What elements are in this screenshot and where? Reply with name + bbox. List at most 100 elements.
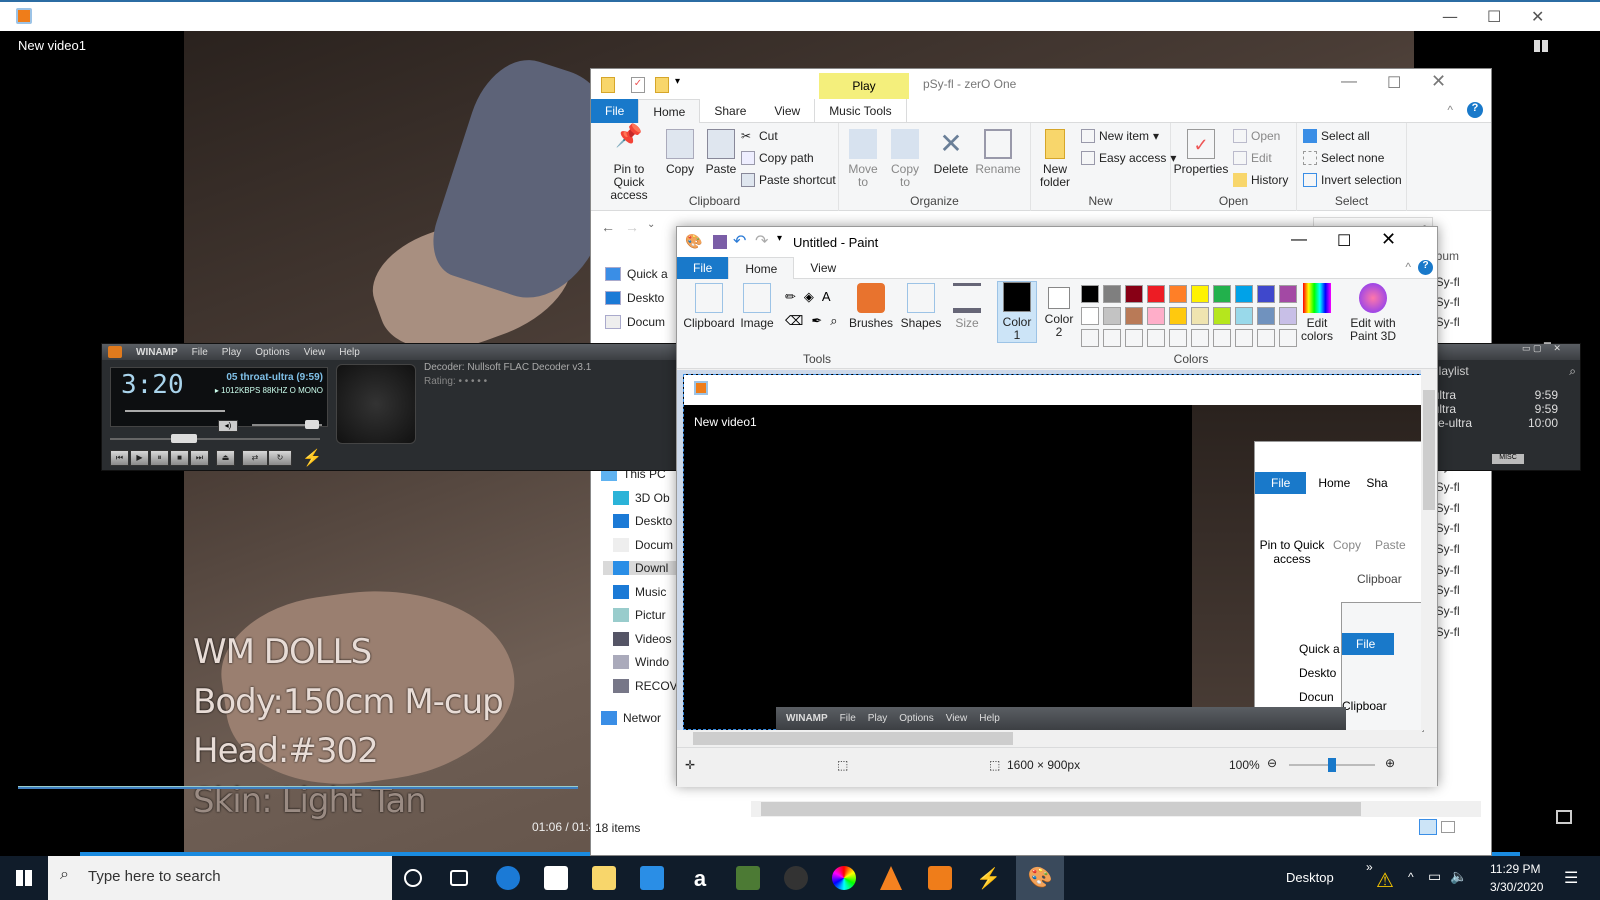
- stop-button[interactable]: ■: [170, 450, 189, 466]
- nav-item[interactable]: Music: [613, 584, 666, 599]
- nav-item[interactable]: Deskto: [613, 514, 672, 528]
- select-none-button[interactable]: Select none: [1303, 151, 1384, 165]
- horizontal-scrollbar[interactable]: [751, 801, 1481, 817]
- clock-date[interactable]: 3/30/2020: [1490, 880, 1543, 894]
- horizontal-scrollbar[interactable]: [677, 730, 1422, 747]
- edge-icon[interactable]: [496, 866, 520, 890]
- nav-item[interactable]: Docum: [605, 315, 665, 329]
- nav-item[interactable]: 3D Ob: [613, 490, 670, 505]
- easy-access-button[interactable]: Easy access ▾: [1081, 151, 1176, 165]
- palette-swatch[interactable]: [1125, 285, 1143, 303]
- palette-swatch[interactable]: [1235, 329, 1253, 347]
- lightning-icon[interactable]: ⚡: [302, 448, 322, 468]
- store-icon[interactable]: [544, 866, 568, 890]
- start-button[interactable]: [16, 870, 32, 886]
- seek-slider[interactable]: [110, 434, 320, 443]
- show-hidden-icons[interactable]: ^: [1408, 870, 1414, 884]
- details-view-button[interactable]: [1419, 819, 1437, 835]
- palette-swatch[interactable]: [1191, 285, 1209, 303]
- layout-icon[interactable]: [1534, 40, 1548, 52]
- new-folder-qat-icon[interactable]: [655, 77, 669, 93]
- image-button[interactable]: Image: [737, 283, 777, 330]
- mute-button[interactable]: ◂): [218, 420, 238, 432]
- nav-item[interactable]: Pictur: [613, 608, 666, 622]
- scrollbar-thumb[interactable]: [1423, 390, 1435, 510]
- minimize-button[interactable]: —: [1442, 7, 1458, 26]
- copy-to-button[interactable]: Copy to: [887, 129, 923, 189]
- paint-canvas-area[interactable]: New video1 File Home Sha Pin to Quick ac…: [677, 370, 1424, 732]
- tab-file[interactable]: File: [591, 99, 639, 123]
- palette-swatch[interactable]: [1125, 329, 1143, 347]
- new-item-button[interactable]: New item ▾: [1081, 129, 1159, 143]
- file-explorer-icon[interactable]: [592, 866, 616, 890]
- properties-button[interactable]: ✓ Properties: [1173, 129, 1229, 176]
- palette-swatch[interactable]: [1257, 329, 1275, 347]
- maximize-button[interactable]: ☐: [1337, 231, 1351, 251]
- redo-icon[interactable]: ↷: [755, 231, 768, 251]
- volume-icon[interactable]: 🔈: [1450, 868, 1467, 885]
- copy-path-button[interactable]: Copy path: [741, 151, 814, 165]
- pause-button[interactable]: ⏸: [150, 450, 169, 466]
- back-arrow-icon[interactable]: ←: [601, 219, 615, 235]
- clock-time[interactable]: 11:29 PM: [1490, 862, 1540, 876]
- color-app-icon[interactable]: [832, 866, 856, 890]
- nav-item[interactable]: Downl: [603, 561, 683, 575]
- nav-item[interactable]: Networ: [601, 711, 661, 725]
- palette-swatch[interactable]: [1191, 329, 1209, 347]
- tab-music-tools[interactable]: Music Tools: [814, 99, 907, 123]
- close-button[interactable]: ✕: [1531, 7, 1544, 26]
- rating[interactable]: Rating: • • • • •: [424, 376, 487, 387]
- invert-selection-button[interactable]: Invert selection: [1303, 173, 1402, 187]
- desktop-toolbar[interactable]: Desktop: [1286, 870, 1334, 885]
- warning-icon[interactable]: ⚠: [1376, 868, 1394, 893]
- edit-colors-button[interactable]: Edit colors: [1297, 283, 1337, 343]
- palette-swatch[interactable]: [1213, 329, 1231, 347]
- notifications-icon[interactable]: ☰: [1564, 868, 1578, 888]
- nav-item[interactable]: Quick a: [605, 267, 668, 281]
- rename-button[interactable]: Rename: [975, 129, 1021, 176]
- paste-button[interactable]: Paste: [703, 129, 739, 176]
- large-icons-view-button[interactable]: [1441, 821, 1455, 833]
- copy-button[interactable]: Copy: [663, 129, 697, 176]
- edit-button[interactable]: Edit: [1233, 151, 1272, 165]
- vertical-scrollbar[interactable]: [1421, 370, 1437, 730]
- new-folder-button[interactable]: New folder: [1035, 129, 1075, 189]
- prev-button[interactable]: ⏮: [110, 450, 129, 466]
- delete-button[interactable]: ✕ Delete: [931, 129, 971, 176]
- video-seek-bar[interactable]: [18, 786, 578, 789]
- minimize-button[interactable]: —: [1291, 231, 1307, 249]
- palette-swatch[interactable]: [1235, 285, 1253, 303]
- paint3d-button[interactable]: Edit with Paint 3D: [1345, 283, 1401, 343]
- palette-swatch[interactable]: [1147, 307, 1165, 325]
- menu-view[interactable]: View: [304, 347, 326, 358]
- palette-swatch[interactable]: [1081, 307, 1099, 325]
- nav-item[interactable]: Deskto: [605, 291, 664, 305]
- help-icon[interactable]: ?: [1418, 260, 1433, 275]
- palette-swatch[interactable]: [1081, 285, 1099, 303]
- save-icon[interactable]: [713, 235, 727, 249]
- winamp-icon[interactable]: ⚡: [976, 866, 1001, 890]
- forward-arrow-icon[interactable]: →: [625, 219, 639, 235]
- pin-button[interactable]: 📌 Pin to Quick access: [597, 125, 661, 202]
- tab-view[interactable]: View: [794, 257, 852, 279]
- winamp-window-controls[interactable]: ▭ ▢ ▔ ✕: [1522, 343, 1574, 355]
- network-icon[interactable]: ▭: [1428, 868, 1441, 885]
- size-button[interactable]: Size: [949, 283, 985, 330]
- camera-icon[interactable]: [784, 866, 808, 890]
- seek-knob[interactable]: [170, 434, 197, 443]
- menu-file[interactable]: File: [192, 347, 208, 358]
- paste-shortcut-button[interactable]: Paste shortcut: [741, 173, 836, 187]
- select-all-button[interactable]: Select all: [1303, 129, 1370, 143]
- help-icon[interactable]: ?: [1467, 102, 1483, 118]
- palette-swatch[interactable]: [1103, 307, 1121, 325]
- color1-button[interactable]: Color 1: [997, 281, 1037, 343]
- palette-swatch[interactable]: [1125, 307, 1143, 325]
- minimize-button[interactable]: —: [1341, 73, 1357, 91]
- next-button[interactable]: ⏭: [190, 450, 209, 466]
- undo-icon[interactable]: ↶: [733, 231, 746, 251]
- tab-view[interactable]: View: [760, 99, 814, 123]
- color2-button[interactable]: Color 2: [1041, 283, 1077, 339]
- zoom-slider[interactable]: [1289, 758, 1375, 772]
- palette-swatch[interactable]: [1081, 329, 1099, 347]
- shuffle-button[interactable]: ⇄: [242, 450, 268, 466]
